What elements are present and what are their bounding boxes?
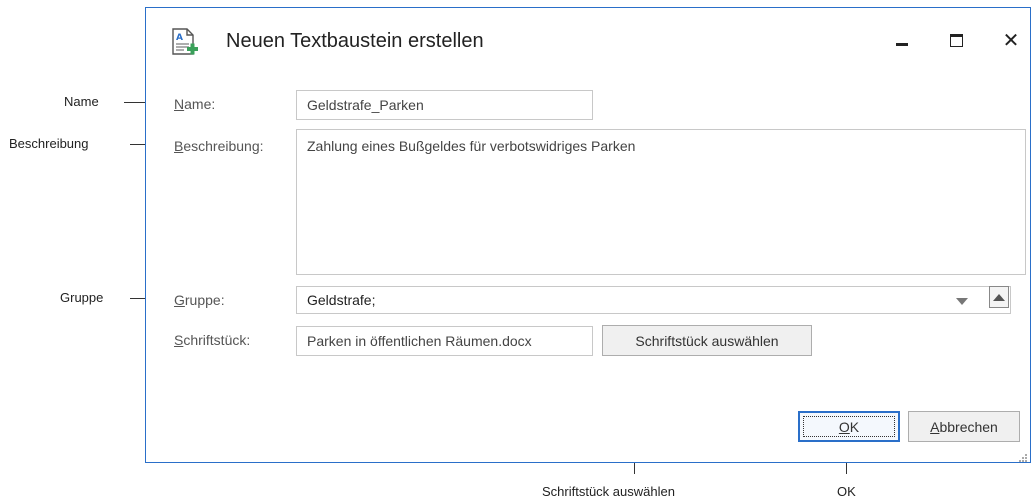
maximize-icon — [949, 33, 963, 47]
cancel-button-label: Abbrechen — [930, 419, 998, 435]
cancel-button[interactable]: Abbrechen — [908, 411, 1020, 442]
group-combobox[interactable]: Geldstrafe; — [296, 286, 1011, 314]
new-text-module-dialog: A Neuen Textbaustein erstellen ✕ Name: G… — [145, 7, 1031, 463]
description-label: Beschreibung: — [174, 138, 264, 154]
callout-description-label: Beschreibung — [9, 136, 89, 151]
arrow-up-icon — [993, 293, 1005, 301]
resize-grip-icon[interactable] — [1018, 450, 1028, 462]
callout-select-document-label: Schriftstück auswählen — [542, 484, 675, 499]
chevron-down-icon — [956, 297, 968, 305]
group-dropdown-button[interactable] — [954, 291, 970, 307]
name-label: Name: — [174, 96, 215, 112]
svg-text:A: A — [176, 33, 183, 43]
select-document-button[interactable]: Schriftstück auswählen — [602, 325, 812, 356]
document-label-text: chriftstück: — [183, 332, 251, 348]
callout-group-label: Gruppe — [60, 290, 104, 305]
description-label-mnemonic: B — [174, 138, 184, 154]
ok-button[interactable]: OK — [798, 411, 900, 442]
dialog-titlebar[interactable]: A Neuen Textbaustein erstellen ✕ — [146, 8, 1030, 72]
close-icon: ✕ — [1002, 28, 1020, 52]
new-text-module-icon: A — [168, 26, 200, 58]
document-label-mnemonic: S — [174, 332, 184, 348]
group-label: Gruppe: — [174, 292, 225, 308]
name-label-mnemonic: N — [174, 96, 185, 112]
group-label-text: ruppe: — [184, 292, 225, 308]
dialog-title: Neuen Textbaustein erstellen — [226, 30, 484, 52]
document-field: Parken in öffentlichen Räumen.docx — [296, 326, 593, 356]
description-label-text: eschreibung: — [183, 138, 264, 154]
name-input[interactable]: Geldstrafe_Parken — [296, 90, 593, 120]
callout-ok-label: OK — [837, 484, 856, 499]
callout-name-label: Name — [64, 94, 99, 109]
description-textarea[interactable]: Zahlung eines Bußgeldes für verbotswidri… — [296, 129, 1026, 275]
close-button[interactable]: ✕ — [991, 22, 1031, 58]
ok-focus-rect — [803, 416, 895, 437]
group-label-mnemonic: G — [174, 292, 185, 308]
maximize-button[interactable] — [936, 22, 976, 58]
document-label: Schriftstück: — [174, 332, 250, 348]
minimize-button[interactable] — [882, 22, 922, 58]
cancel-label-text: bbrechen — [939, 418, 998, 435]
minimize-icon — [896, 42, 908, 46]
group-scroll-up-button[interactable] — [989, 286, 1009, 308]
name-label-text: ame: — [184, 96, 216, 112]
